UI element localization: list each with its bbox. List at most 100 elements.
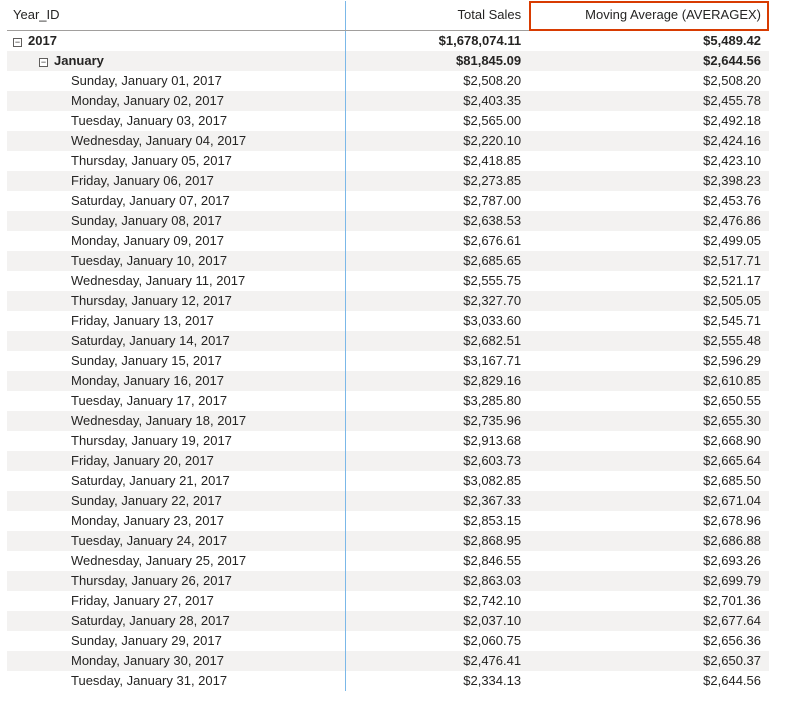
day-label: Tuesday, January 31, 2017 <box>7 671 346 691</box>
day-mavg: $2,517.71 <box>529 251 769 271</box>
day-label: Friday, January 27, 2017 <box>7 591 346 611</box>
day-mavg: $2,453.76 <box>529 191 769 211</box>
day-sales: $2,508.20 <box>346 71 529 91</box>
day-mavg: $2,508.20 <box>529 71 769 91</box>
table-row[interactable]: Thursday, January 12, 2017$2,327.70$2,50… <box>7 291 769 311</box>
day-label: Tuesday, January 10, 2017 <box>7 251 346 271</box>
table-row[interactable]: Wednesday, January 11, 2017$2,555.75$2,5… <box>7 271 769 291</box>
day-mavg: $2,610.85 <box>529 371 769 391</box>
table-row[interactable]: Tuesday, January 10, 2017$2,685.65$2,517… <box>7 251 769 271</box>
table-row[interactable]: Monday, January 09, 2017$2,676.61$2,499.… <box>7 231 769 251</box>
day-label: Tuesday, January 17, 2017 <box>7 391 346 411</box>
table-row[interactable]: Tuesday, January 17, 2017$3,285.80$2,650… <box>7 391 769 411</box>
table-row[interactable]: Monday, January 30, 2017$2,476.41$2,650.… <box>7 651 769 671</box>
table-row[interactable]: Friday, January 27, 2017$2,742.10$2,701.… <box>7 591 769 611</box>
collapse-toggle-icon[interactable]: − <box>13 38 22 47</box>
table-row[interactable]: Sunday, January 15, 2017$3,167.71$2,596.… <box>7 351 769 371</box>
day-sales: $2,037.10 <box>346 611 529 631</box>
day-mavg: $2,596.29 <box>529 351 769 371</box>
day-mavg: $2,678.96 <box>529 511 769 531</box>
day-sales: $2,742.10 <box>346 591 529 611</box>
table-row[interactable]: Wednesday, January 25, 2017$2,846.55$2,6… <box>7 551 769 571</box>
day-sales: $2,829.16 <box>346 371 529 391</box>
day-label: Monday, January 09, 2017 <box>7 231 346 251</box>
day-label: Friday, January 20, 2017 <box>7 451 346 471</box>
day-label: Sunday, January 01, 2017 <box>7 71 346 91</box>
day-label: Monday, January 16, 2017 <box>7 371 346 391</box>
table-row[interactable]: Tuesday, January 03, 2017$2,565.00$2,492… <box>7 111 769 131</box>
day-mavg: $2,499.05 <box>529 231 769 251</box>
day-label: Thursday, January 05, 2017 <box>7 151 346 171</box>
table-row[interactable]: Sunday, January 08, 2017$2,638.53$2,476.… <box>7 211 769 231</box>
month-cell[interactable]: −January <box>7 51 346 71</box>
table-row[interactable]: Tuesday, January 31, 2017$2,334.13$2,644… <box>7 671 769 691</box>
collapse-toggle-icon[interactable]: − <box>39 58 48 67</box>
day-sales: $2,676.61 <box>346 231 529 251</box>
day-sales: $2,555.75 <box>346 271 529 291</box>
day-mavg: $2,505.05 <box>529 291 769 311</box>
day-mavg: $2,650.37 <box>529 651 769 671</box>
day-sales: $2,418.85 <box>346 151 529 171</box>
table-row[interactable]: Thursday, January 19, 2017$2,913.68$2,66… <box>7 431 769 451</box>
year-row[interactable]: −2017$1,678,074.11$5,489.42 <box>7 31 769 51</box>
matrix-visual: Year_ID Total Sales Moving Average (AVER… <box>6 0 770 701</box>
col-header-mavg[interactable]: Moving Average (AVERAGEX) <box>529 1 769 31</box>
month-row[interactable]: −January$81,845.09$2,644.56 <box>7 51 769 71</box>
table-row[interactable]: Saturday, January 07, 2017$2,787.00$2,45… <box>7 191 769 211</box>
table-row[interactable]: Sunday, January 01, 2017$2,508.20$2,508.… <box>7 71 769 91</box>
day-label: Saturday, January 28, 2017 <box>7 611 346 631</box>
table-row[interactable]: Monday, January 16, 2017$2,829.16$2,610.… <box>7 371 769 391</box>
table-row[interactable]: Friday, January 13, 2017$3,033.60$2,545.… <box>7 311 769 331</box>
day-sales: $2,367.33 <box>346 491 529 511</box>
table-row[interactable]: Sunday, January 22, 2017$2,367.33$2,671.… <box>7 491 769 511</box>
table-row[interactable]: Tuesday, January 24, 2017$2,868.95$2,686… <box>7 531 769 551</box>
day-sales: $3,285.80 <box>346 391 529 411</box>
table-row[interactable]: Wednesday, January 18, 2017$2,735.96$2,6… <box>7 411 769 431</box>
day-label: Sunday, January 29, 2017 <box>7 631 346 651</box>
table-row[interactable]: Monday, January 02, 2017$2,403.35$2,455.… <box>7 91 769 111</box>
matrix-scroll-area[interactable]: Year_ID Total Sales Moving Average (AVER… <box>7 1 769 700</box>
day-sales: $2,327.70 <box>346 291 529 311</box>
matrix-table: Year_ID Total Sales Moving Average (AVER… <box>7 1 769 691</box>
day-sales: $2,220.10 <box>346 131 529 151</box>
table-row[interactable]: Friday, January 06, 2017$2,273.85$2,398.… <box>7 171 769 191</box>
table-row[interactable]: Sunday, January 29, 2017$2,060.75$2,656.… <box>7 631 769 651</box>
day-label: Thursday, January 26, 2017 <box>7 571 346 591</box>
day-mavg: $2,455.78 <box>529 91 769 111</box>
table-row[interactable]: Friday, January 20, 2017$2,603.73$2,665.… <box>7 451 769 471</box>
day-mavg: $2,492.18 <box>529 111 769 131</box>
day-sales: $2,735.96 <box>346 411 529 431</box>
day-label: Thursday, January 12, 2017 <box>7 291 346 311</box>
table-row[interactable]: Thursday, January 26, 2017$2,863.03$2,69… <box>7 571 769 591</box>
col-header-year[interactable]: Year_ID <box>7 1 346 31</box>
table-row[interactable]: Monday, January 23, 2017$2,853.15$2,678.… <box>7 511 769 531</box>
col-header-sales[interactable]: Total Sales <box>346 1 529 31</box>
year-sales: $1,678,074.11 <box>346 31 529 51</box>
day-mavg: $2,423.10 <box>529 151 769 171</box>
day-label: Wednesday, January 11, 2017 <box>7 271 346 291</box>
day-mavg: $2,655.30 <box>529 411 769 431</box>
day-label: Tuesday, January 03, 2017 <box>7 111 346 131</box>
day-mavg: $2,693.26 <box>529 551 769 571</box>
day-label: Wednesday, January 25, 2017 <box>7 551 346 571</box>
day-label: Wednesday, January 18, 2017 <box>7 411 346 431</box>
day-label: Wednesday, January 04, 2017 <box>7 131 346 151</box>
day-label: Friday, January 06, 2017 <box>7 171 346 191</box>
table-row[interactable]: Saturday, January 14, 2017$2,682.51$2,55… <box>7 331 769 351</box>
day-sales: $2,638.53 <box>346 211 529 231</box>
day-mavg: $2,424.16 <box>529 131 769 151</box>
day-mavg: $2,701.36 <box>529 591 769 611</box>
day-mavg: $2,699.79 <box>529 571 769 591</box>
table-row[interactable]: Thursday, January 05, 2017$2,418.85$2,42… <box>7 151 769 171</box>
day-sales: $2,060.75 <box>346 631 529 651</box>
day-sales: $2,565.00 <box>346 111 529 131</box>
day-sales: $2,603.73 <box>346 451 529 471</box>
day-mavg: $2,398.23 <box>529 171 769 191</box>
day-label: Sunday, January 22, 2017 <box>7 491 346 511</box>
table-row[interactable]: Saturday, January 21, 2017$3,082.85$2,68… <box>7 471 769 491</box>
table-row[interactable]: Saturday, January 28, 2017$2,037.10$2,67… <box>7 611 769 631</box>
day-sales: $2,853.15 <box>346 511 529 531</box>
year-cell[interactable]: −2017 <box>7 31 346 51</box>
month-mavg: $2,644.56 <box>529 51 769 71</box>
table-row[interactable]: Wednesday, January 04, 2017$2,220.10$2,4… <box>7 131 769 151</box>
